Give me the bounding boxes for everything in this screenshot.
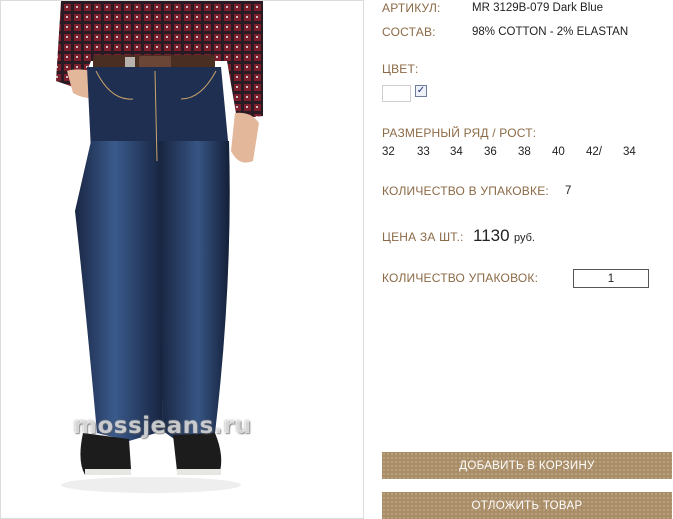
postpone-label: ОТЛОЖИТЬ ТОВАР xyxy=(471,499,583,512)
size-item: 34 xyxy=(623,146,636,158)
article-label: АРТИКУЛ: xyxy=(382,1,441,15)
pack-qty-label: КОЛИЧЕСТВО В УПАКОВКЕ: xyxy=(382,184,549,198)
size-item: 33 xyxy=(417,146,430,158)
price-label: ЦЕНА ЗА ШТ.: xyxy=(382,230,464,244)
size-item: 36 xyxy=(484,146,497,158)
add-to-cart-label: ДОБАВИТЬ В КОРЗИНУ xyxy=(459,459,595,472)
composition-label: СОСТАВ: xyxy=(382,25,436,39)
packs-quantity-input[interactable] xyxy=(573,269,649,288)
size-item: 40 xyxy=(552,146,565,158)
product-image[interactable]: mossjeans.ru xyxy=(0,0,364,519)
postpone-button[interactable]: ОТЛОЖИТЬ ТОВАР xyxy=(382,492,672,519)
color-checkbox[interactable]: ✓ xyxy=(415,85,427,97)
size-item: 42/ xyxy=(586,146,602,158)
sizes-label: РАЗМЕРНЫЙ РЯД / РОСТ: xyxy=(382,126,537,140)
size-list: 32 33 34 36 38 40 42/ 34 xyxy=(382,146,652,162)
color-label: ЦВЕТ: xyxy=(382,62,419,76)
add-to-cart-button[interactable]: ДОБАВИТЬ В КОРЗИНУ xyxy=(382,452,672,479)
price-value: 1130 xyxy=(473,226,510,245)
composition-value: 98% COTTON - 2% ELASTAN xyxy=(472,26,629,38)
jeans-illustration xyxy=(56,1,263,493)
packs-label: КОЛИЧЕСТВО УПАКОВОК: xyxy=(382,271,539,285)
article-value: MR 3129B-079 Dark Blue xyxy=(472,2,604,14)
watermark-text: mossjeans.ru xyxy=(73,413,252,439)
size-item: 34 xyxy=(450,146,463,158)
price-unit: руб. xyxy=(514,232,535,244)
size-item: 38 xyxy=(518,146,531,158)
color-swatch[interactable] xyxy=(382,85,411,102)
size-item: 32 xyxy=(382,146,395,158)
pack-qty-value: 7 xyxy=(565,185,572,197)
